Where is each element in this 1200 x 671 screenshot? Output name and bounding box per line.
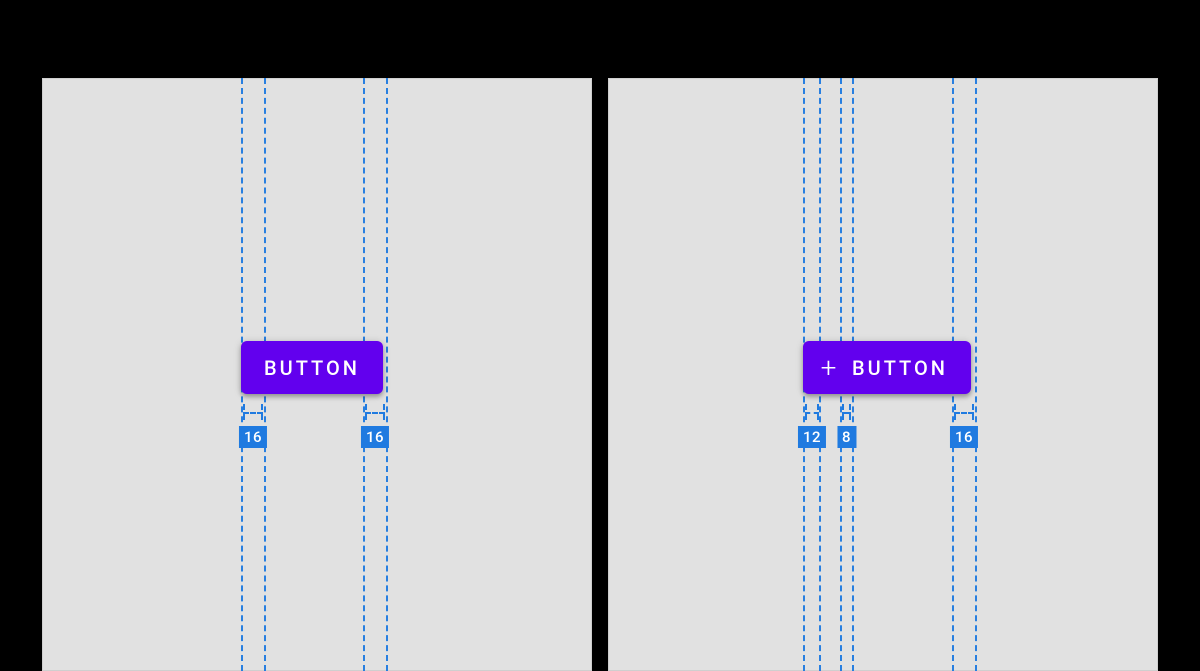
guide-line — [975, 78, 977, 671]
measure-value: 16 — [239, 426, 267, 448]
guide-line — [386, 78, 388, 671]
plus-icon: + — [819, 357, 841, 379]
diagram-canvas: BUTTON 16 16 + BUTTON 12 8 — [42, 78, 1158, 671]
icon-gap-measure: 8 — [840, 404, 853, 448]
measure-value: 16 — [361, 426, 389, 448]
measure-value: 16 — [950, 426, 978, 448]
button-label: BUTTON — [264, 356, 360, 380]
padding-measure-left: 12 — [803, 404, 821, 448]
padding-measure-right: 16 — [952, 404, 976, 448]
contained-button-with-icon[interactable]: + BUTTON — [803, 341, 971, 394]
padding-measure-right: 16 — [363, 404, 387, 448]
measure-value: 12 — [798, 426, 826, 448]
button-label: BUTTON — [852, 356, 948, 380]
spec-panel-icon-button: + BUTTON 12 8 16 — [608, 78, 1158, 671]
padding-measure-left: 16 — [241, 404, 265, 448]
contained-button[interactable]: BUTTON — [241, 341, 383, 394]
measure-value: 8 — [837, 426, 856, 448]
spec-panel-text-button: BUTTON 16 16 — [42, 78, 592, 671]
